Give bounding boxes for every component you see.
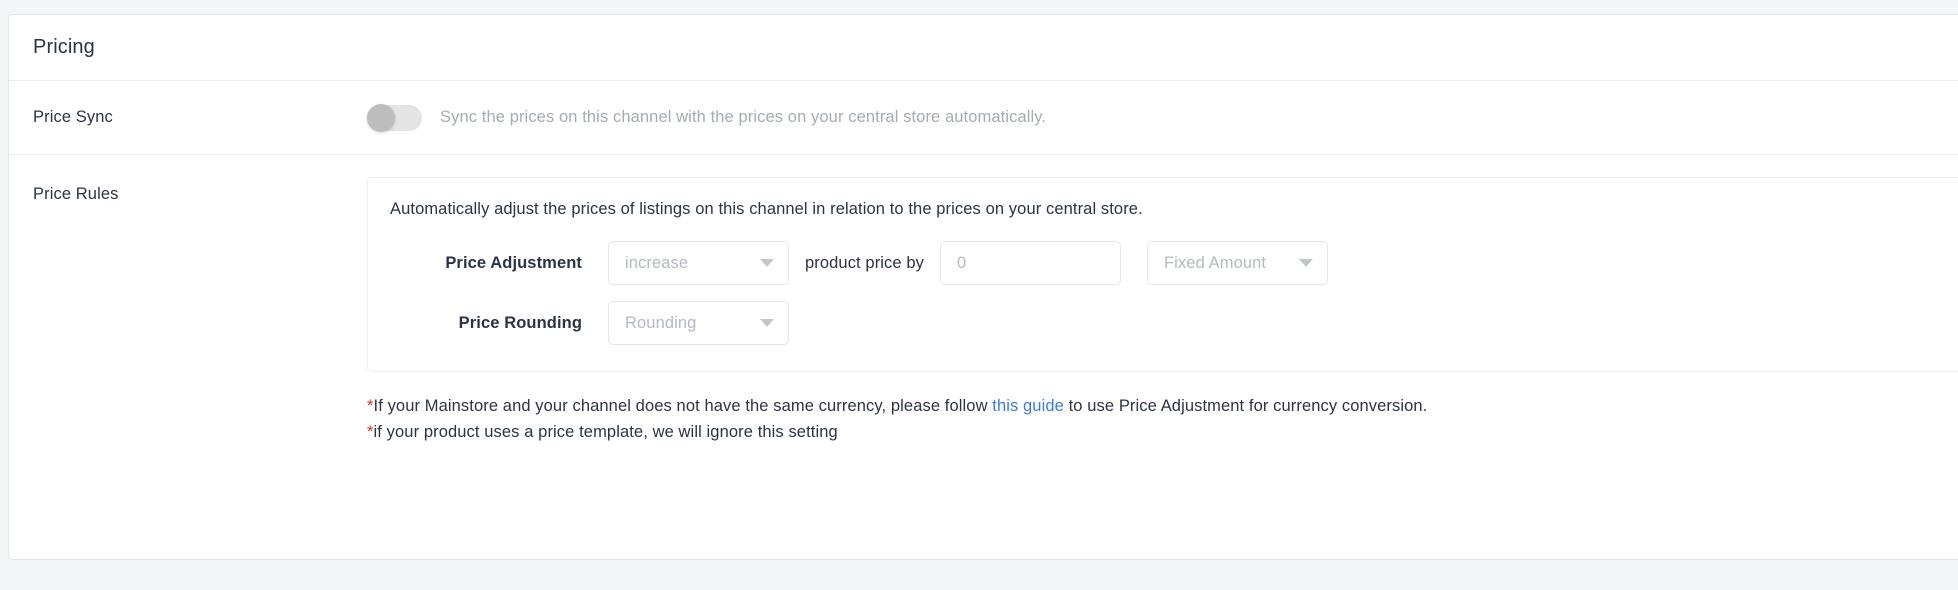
footnote-currency: *If your Mainstore and your channel does… [367,394,1958,420]
footnote-price-template: *if your product uses a price template, … [367,420,1958,446]
this-guide-link[interactable]: this guide [992,397,1064,415]
chevron-down-icon [1299,259,1313,267]
price-rules-content: Automatically adjust the prices of listi… [367,177,1958,445]
pricing-card: Pricing Price Sync Sync the prices on th… [8,14,1958,560]
price-rounding-select[interactable]: Rounding [608,301,789,345]
toggle-knob [367,103,395,132]
price-adjustment-direction-select[interactable]: increase [608,241,789,285]
price-rounding-row: Price Rounding Rounding [390,301,1958,345]
price-adjustment-middle-text: product price by [805,253,924,272]
page-title: Pricing [33,36,95,58]
page-background: Pricing Price Sync Sync the prices on th… [0,0,1958,590]
footnote-currency-text-after: to use Price Adjustment for currency con… [1063,397,1428,415]
price-adjustment-amount-input[interactable]: 0 [940,241,1121,285]
price-adjustment-type-value: Fixed Amount [1164,253,1267,272]
price-rules-footnotes: *If your Mainstore and your channel does… [367,394,1958,445]
price-adjustment-row: Price Adjustment increase product price … [390,241,1958,285]
price-sync-label: Price Sync [33,108,113,126]
chevron-down-icon [760,259,774,267]
price-adjustment-type-select[interactable]: Fixed Amount [1147,241,1328,285]
price-adjustment-amount-placeholder: 0 [957,253,967,272]
price-rules-panel: Automatically adjust the prices of listi… [367,177,1958,372]
price-sync-description: Sync the prices on this channel with the… [440,108,1047,126]
price-rounding-value: Rounding [625,313,697,332]
price-adjustment-direction-value: increase [625,253,689,272]
price-sync-row: Price Sync Sync the prices on this chann… [9,81,1958,155]
footnote-currency-text-before: If your Mainstore and your channel does … [373,397,993,415]
chevron-down-icon [760,319,774,327]
price-rounding-label: Price Rounding [458,313,582,332]
price-adjustment-label: Price Adjustment [445,253,582,272]
price-rules-intro: Automatically adjust the prices of listi… [390,200,1143,218]
price-sync-toggle[interactable] [367,103,422,132]
price-rules-row: Price Rules Automatically adjust the pri… [9,155,1958,455]
price-sync-content: Sync the prices on this channel with the… [367,103,1047,132]
price-rules-label: Price Rules [33,185,119,203]
footnote-price-template-text: if your product uses a price template, w… [373,422,838,441]
card-header: Pricing [9,15,1958,81]
